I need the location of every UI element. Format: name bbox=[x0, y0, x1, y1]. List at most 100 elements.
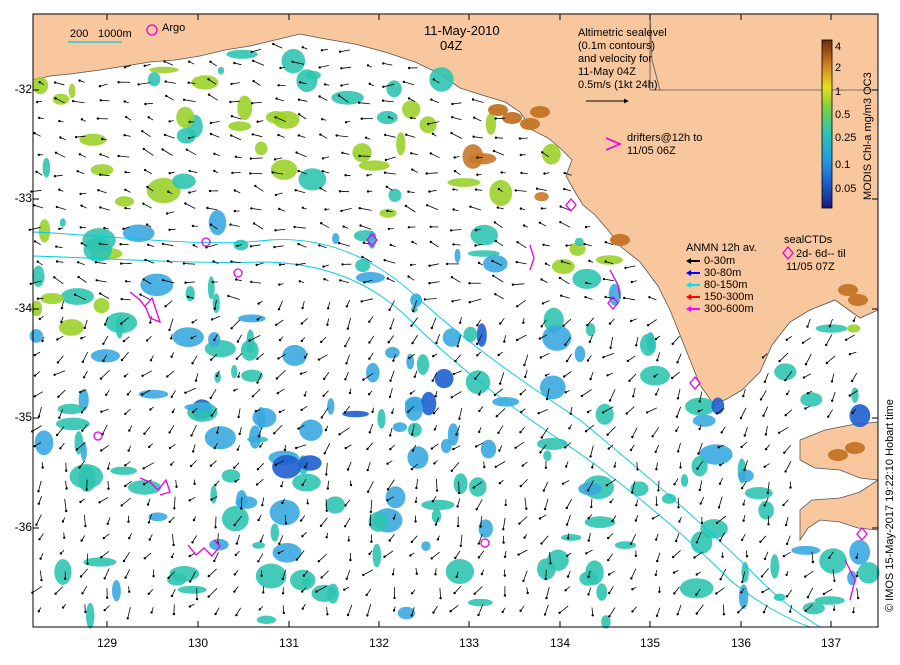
chlorophyll-patch bbox=[238, 314, 266, 322]
velocity-arrow-head bbox=[54, 97, 56, 99]
chlorophyll-patch bbox=[816, 324, 848, 332]
chlorophyll-patch bbox=[408, 423, 422, 437]
velocity-arrow-head bbox=[164, 134, 166, 136]
chlorophyll-patch bbox=[91, 164, 114, 175]
velocity-arrow-head bbox=[128, 591, 130, 593]
chlorophyll-patch bbox=[167, 574, 186, 586]
velocity-arrow-head bbox=[214, 308, 216, 310]
velocity-arrow-head bbox=[450, 229, 452, 231]
velocity-arrow-head bbox=[583, 243, 585, 245]
velocity-arrow-head bbox=[439, 597, 441, 599]
velocity-arrow-head bbox=[79, 391, 81, 393]
velocity-arrow-head bbox=[320, 222, 322, 224]
velocity-arrow-head bbox=[453, 592, 455, 594]
velocity-arrow-head bbox=[609, 322, 611, 324]
velocity-arrow-head bbox=[227, 295, 229, 297]
velocity-arrow-head bbox=[298, 134, 300, 136]
velocity-arrow-head bbox=[546, 398, 548, 400]
velocity-arrow-head bbox=[525, 508, 527, 510]
velocity-arrow-head bbox=[520, 485, 522, 487]
velocity-arrow-head bbox=[737, 611, 739, 613]
velocity-arrow-head bbox=[127, 521, 129, 523]
velocity-arrow-head bbox=[79, 153, 81, 155]
chlorophyll-patch bbox=[209, 210, 227, 235]
velocity-arrow-head bbox=[230, 83, 232, 85]
velocity-arrow-head bbox=[257, 302, 259, 304]
velocity-arrow-head bbox=[369, 524, 371, 526]
velocity-arrow-head bbox=[304, 356, 306, 358]
velocity-arrow-head bbox=[698, 410, 700, 412]
velocity-arrow-head bbox=[540, 278, 542, 280]
velocity-arrow-head bbox=[168, 329, 170, 331]
velocity-arrow-head bbox=[124, 134, 126, 136]
velocity-arrow-head bbox=[146, 186, 148, 188]
velocity-arrow-head bbox=[172, 411, 174, 413]
velocity-arrow-head bbox=[585, 282, 587, 284]
velocity-arrow-head bbox=[320, 525, 322, 527]
chlorophyll-patch bbox=[186, 286, 195, 301]
velocity-arrow-head bbox=[34, 240, 36, 242]
velocity-arrow-head bbox=[295, 189, 297, 191]
velocity-arrow-head bbox=[229, 101, 231, 103]
velocity-arrow-head bbox=[230, 260, 232, 262]
velocity-arrow-head bbox=[29, 229, 31, 231]
velocity-arrow-head bbox=[256, 121, 258, 123]
velocity-arrow-head bbox=[742, 503, 744, 505]
velocity-arrow-head bbox=[252, 395, 254, 397]
velocity-arrow-head bbox=[450, 132, 452, 134]
velocity-arrow-head bbox=[630, 320, 632, 322]
velocity-arrow-head bbox=[504, 574, 506, 576]
velocity-arrow-head bbox=[344, 345, 346, 347]
velocity-arrow-head bbox=[80, 205, 82, 207]
velocity-arrow-head bbox=[789, 486, 791, 488]
velocity-arrow-head bbox=[256, 483, 258, 485]
colorbar-tick: 4 bbox=[835, 42, 841, 53]
velocity-arrow-head bbox=[472, 98, 474, 100]
chlorophyll-patch bbox=[693, 415, 716, 427]
colorbar-tick: 0.1 bbox=[835, 160, 850, 171]
velocity-arrow-head bbox=[82, 361, 84, 363]
velocity-arrow-head bbox=[483, 466, 485, 468]
velocity-arrow-head bbox=[656, 560, 658, 562]
velocity-arrow-head bbox=[318, 95, 320, 97]
velocity-arrow-head bbox=[33, 132, 35, 134]
chlorophyll-patch bbox=[534, 192, 548, 201]
velocity-arrow-head bbox=[767, 492, 769, 494]
chlorophyll-patch bbox=[847, 324, 860, 332]
velocity-arrow-head bbox=[162, 279, 164, 281]
velocity-arrow-head bbox=[318, 358, 320, 360]
velocity-arrow-head bbox=[250, 207, 252, 209]
velocity-arrow-head bbox=[149, 321, 151, 323]
velocity-arrow-head bbox=[762, 356, 764, 358]
velocity-arrow-head bbox=[586, 324, 588, 326]
velocity-arrow-head bbox=[282, 592, 284, 594]
velocity-arrow-head bbox=[58, 189, 60, 191]
velocity-arrow-head bbox=[651, 435, 653, 437]
velocity-arrow-head bbox=[389, 380, 391, 382]
velocity-arrow-head bbox=[165, 95, 167, 97]
velocity-arrow-head bbox=[236, 542, 238, 544]
velocity-arrow-head bbox=[298, 99, 300, 101]
velocity-arrow-head bbox=[386, 463, 388, 465]
chlorophyll-patch bbox=[373, 544, 382, 568]
velocity-arrow-head bbox=[566, 555, 568, 557]
velocity-arrow-head bbox=[626, 412, 628, 414]
chlorophyll-patch bbox=[468, 599, 493, 607]
velocity-arrow-head bbox=[544, 613, 546, 615]
velocity-arrow-head bbox=[209, 190, 211, 192]
velocity-arrow-head bbox=[405, 134, 407, 136]
chlorophyll-patch bbox=[282, 345, 307, 366]
velocity-arrow-head bbox=[476, 343, 478, 345]
chlorophyll-patch bbox=[205, 426, 236, 449]
velocity-arrow-head bbox=[171, 595, 173, 597]
chlorophyll-patch bbox=[292, 474, 321, 492]
velocity-arrow-head bbox=[539, 337, 541, 339]
chlorophyll-patch-high bbox=[848, 294, 868, 306]
velocity-arrow-head bbox=[481, 573, 483, 575]
velocity-arrow-head bbox=[475, 188, 477, 190]
chlorophyll-patch bbox=[366, 363, 380, 383]
velocity-arrow-head bbox=[302, 607, 304, 609]
chlorophyll-patch-high bbox=[845, 442, 865, 454]
velocity-arrow-head bbox=[257, 560, 259, 562]
velocity-arrow-head bbox=[778, 360, 780, 362]
